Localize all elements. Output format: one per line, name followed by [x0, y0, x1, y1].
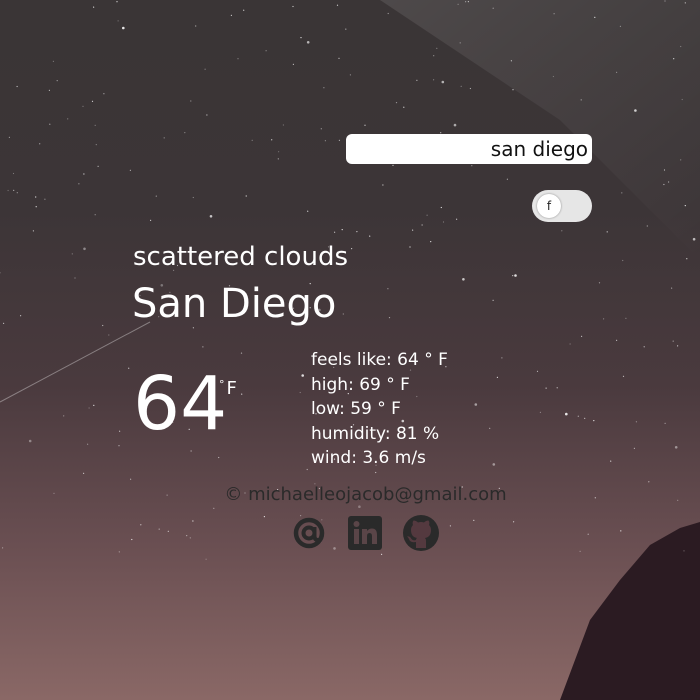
temperature-unit: ° F [219, 378, 237, 399]
temperature-unit-label: F [226, 378, 237, 399]
low-temp: low: 59 ° F [311, 399, 401, 419]
mountain-silhouette [560, 522, 700, 700]
feels-like: feels like: 64 ° F [311, 350, 448, 370]
city-name: San Diego [132, 281, 337, 327]
social-links [290, 514, 440, 552]
weather-details: feels like: 64 ° F high: 69 ° F low: 59 … [311, 348, 448, 471]
search-input[interactable] [350, 137, 588, 161]
wind: wind: 3.6 m/s [311, 448, 426, 468]
degree-symbol: ° [219, 378, 225, 391]
weather-description: scattered clouds [133, 242, 348, 272]
unit-toggle[interactable]: f [532, 190, 592, 222]
humidity: humidity: 81 % [311, 423, 440, 444]
high-temp: high: 69 ° F [311, 374, 410, 395]
github-icon[interactable] [402, 514, 440, 552]
shooting-star [0, 321, 151, 403]
email-icon[interactable] [290, 514, 328, 552]
footer-copyright: © michaelleojacob@gmail.com [224, 484, 507, 505]
linkedin-icon[interactable] [346, 514, 384, 552]
current-temperature: 64 [133, 361, 228, 447]
search-box[interactable] [346, 134, 592, 164]
unit-toggle-knob[interactable]: f [537, 194, 561, 218]
